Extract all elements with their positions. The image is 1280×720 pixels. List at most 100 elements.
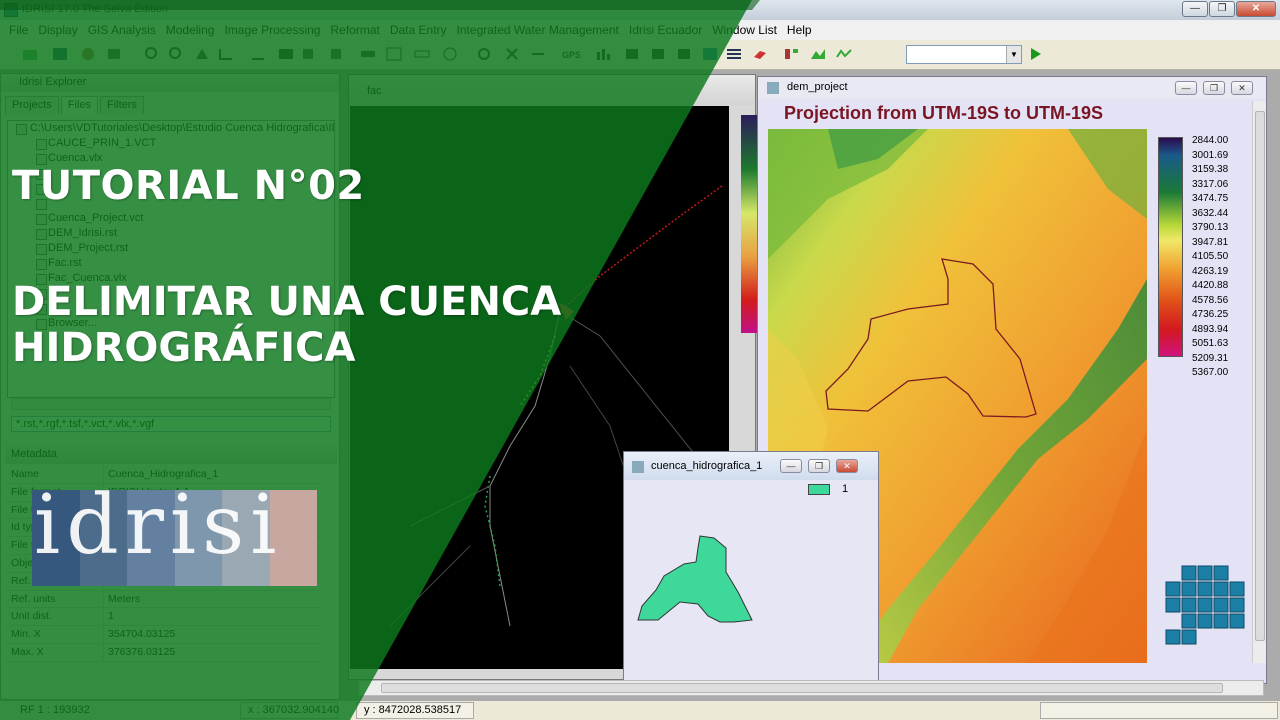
digitize-icon[interactable] [250, 47, 266, 61]
tab-files[interactable]: Files [60, 96, 98, 114]
database-icon[interactable] [624, 47, 640, 61]
clock-icon[interactable] [442, 47, 458, 61]
layer-combo-select[interactable]: ▼ [906, 45, 1022, 64]
scrollbar-thumb[interactable] [1255, 111, 1265, 641]
app-title-bar: IDRISI 17.0 The Selva Edition — ❐ ✕ [0, 0, 1280, 20]
menu-data-entry[interactable]: Data Entry [385, 23, 452, 37]
gps-icon[interactable]: GPS [562, 47, 580, 61]
minimize-button[interactable]: — [1182, 1, 1208, 17]
table-row[interactable]: Ref. units Meters [7, 590, 321, 609]
tab-projects[interactable]: Projects [5, 96, 59, 114]
menu-modeling[interactable]: Modeling [161, 23, 220, 37]
profile-icon[interactable] [836, 47, 852, 61]
window-controls: — ❐ ✕ [1182, 1, 1276, 17]
close-button[interactable]: ✕ [836, 459, 858, 473]
legend-value: 3159.38 [1192, 164, 1229, 175]
menu-file[interactable]: File [4, 23, 33, 37]
legend-value: 5051.63 [1192, 338, 1229, 349]
tutorial-title-line1: DELIMITAR UNA CUENCA [12, 279, 562, 325]
legend-value: 3001.69 [1192, 149, 1229, 161]
chevron-down-icon[interactable]: ▼ [1006, 46, 1021, 63]
open-file-icon[interactable] [22, 47, 38, 61]
fac-window-caption: fac [349, 75, 755, 105]
file-tree-scrollbar[interactable] [11, 398, 331, 410]
delete-icon[interactable] [504, 47, 520, 61]
composer-icon[interactable] [80, 47, 96, 61]
terrain-icon[interactable] [810, 47, 826, 61]
grid-icon[interactable] [278, 47, 294, 61]
legend-value: 3317.06 [1192, 178, 1229, 190]
fac-window-title: fac [367, 85, 382, 97]
query2-icon[interactable] [328, 47, 344, 61]
legend-value: 3632.44 [1192, 207, 1229, 219]
menu-display[interactable]: Display [33, 23, 82, 37]
target-icon[interactable] [476, 47, 492, 61]
tab-filters[interactable]: Filters [99, 96, 144, 114]
y-coordinate: y : 8472028.538517 [364, 704, 462, 716]
close-button[interactable]: ✕ [1231, 81, 1253, 95]
display-icon[interactable] [52, 47, 68, 61]
minimize-button[interactable]: — [780, 459, 802, 473]
minimize-button[interactable]: — [1175, 81, 1197, 95]
query-icon[interactable] [300, 47, 316, 61]
menu-bar: File Display GIS Analysis Modeling Image… [0, 20, 1280, 40]
explorer-header: Idrisi Explorer [1, 74, 339, 92]
file-filter-select[interactable]: *.rst,*.rgf,*.tsf,*.vct,*.vlx,*.vgf [11, 416, 331, 432]
table-row[interactable]: Unit dist. 1 [7, 608, 321, 627]
restore-button[interactable]: ❐ [808, 459, 830, 473]
table-row[interactable]: Max. X 376376.03125 [7, 643, 321, 662]
window-icon[interactable] [386, 47, 402, 61]
feature-icon[interactable] [360, 47, 376, 61]
dem-window-title: dem_project [787, 81, 848, 93]
dem-vertical-scrollbar[interactable] [1252, 101, 1266, 663]
run-icon[interactable] [1030, 47, 1042, 61]
menu-image-processing[interactable]: Image Processing [219, 23, 325, 37]
eraser-icon[interactable] [752, 47, 768, 61]
list-icon[interactable] [726, 47, 742, 61]
table-row[interactable]: Min. X 354704.03125 [7, 626, 321, 644]
menu-reformat[interactable]: Reformat [325, 23, 384, 37]
menu-integrated-water-management[interactable]: Integrated Water Management [452, 23, 624, 37]
legend-value: 5209.31 [1192, 352, 1229, 364]
menu-window-list[interactable]: Window List [707, 23, 782, 37]
undo-icon[interactable] [530, 47, 546, 61]
legend-value: 4420.88 [1192, 280, 1229, 291]
workspace-horizontal-scrollbar[interactable] [358, 680, 1264, 696]
thumbnail-title-block: TUTORIAL N°02 DELIMITAR UNA CUENCA HIDRO… [12, 162, 561, 371]
idrisi-logo-text: idrisi [34, 478, 283, 573]
legend-label: 1 [842, 483, 849, 495]
close-button[interactable]: ✕ [1236, 1, 1276, 17]
macro-icon[interactable] [650, 47, 666, 61]
meta-value: Meters [108, 592, 141, 605]
meta-key: Ref. units [7, 590, 104, 608]
menu-gis-analysis[interactable]: GIS Analysis [83, 23, 161, 37]
modeler-icon[interactable] [676, 47, 692, 61]
file-item[interactable]: DEM_Idrisi.rst [8, 226, 334, 241]
zoom-in-icon[interactable] [144, 47, 160, 61]
idrisi-grid-logo-icon [1164, 564, 1254, 660]
file-item[interactable]: Fac.rst [8, 256, 334, 271]
table-icon[interactable] [702, 47, 718, 61]
watershed-polygon[interactable] [634, 532, 754, 630]
dem-window-controls: — ❐ ✕ [1175, 81, 1253, 95]
measure-icon[interactable] [218, 47, 234, 61]
network-icon[interactable] [784, 47, 800, 61]
cuenca-hidrografica-window[interactable]: cuenca_hidrografica_1 — ❐ ✕ 1 [623, 451, 879, 683]
file-item[interactable]: CAUCE_PRIN_1.VCT [8, 136, 334, 151]
maximize-button[interactable]: ❐ [1209, 1, 1235, 17]
file-item[interactable]: Cuenca_Project.vct [8, 211, 334, 226]
pan-icon[interactable] [194, 47, 210, 61]
layers-icon[interactable] [106, 47, 122, 61]
map-window-icon [767, 82, 779, 94]
scrollbar-thumb[interactable] [381, 683, 1223, 693]
scale-icon[interactable] [414, 47, 430, 61]
file-item[interactable]: DEM_Project.rst [8, 241, 334, 256]
chart-icon[interactable] [596, 47, 612, 61]
restore-button[interactable]: ❐ [1203, 81, 1225, 95]
cuenca-window-title: cuenca_hidrografica_1 [651, 460, 763, 472]
folder-root[interactable]: C:\Users\VDTutoriales\Desktop\Estudio Cu… [8, 121, 334, 136]
menu-idrisi-ecuador[interactable]: Idrisi Ecuador [624, 23, 707, 37]
menu-help[interactable]: Help [782, 23, 817, 37]
scale-readout: RF 1 : 193932 [20, 704, 90, 716]
zoom-out-icon[interactable] [168, 47, 184, 61]
